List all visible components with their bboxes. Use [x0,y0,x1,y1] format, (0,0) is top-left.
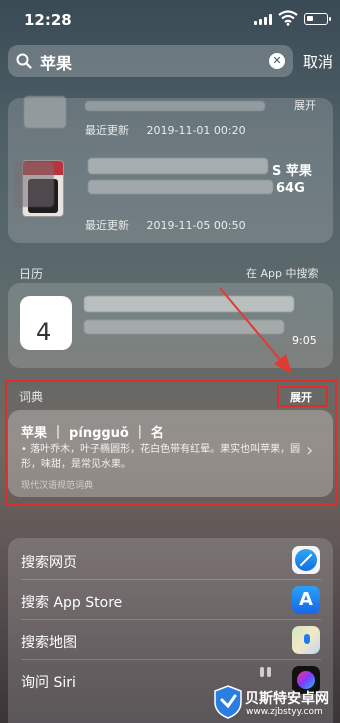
watermark-url: www.zjbstyy.com [246,707,323,717]
list-item-updated: 最近更新 2019-11-01 00:20 [85,122,246,138]
dictionary-headword: 苹果 ｜ píngguǒ ｜ 名 [21,426,164,441]
search-maps-item[interactable]: 搜索地图 [21,632,77,652]
status-bar: 12:28 [0,0,340,40]
app-results-expand-link[interactable]: 展开 [294,97,316,113]
calendar-section-label: 日历 [19,267,44,281]
dictionary-source: 现代汉语规范词典 [21,481,94,491]
clear-search-icon[interactable]: ✕ [269,53,285,69]
chevron-right-icon: › [306,440,314,461]
blurred-text [84,320,284,334]
updated-date: 2019-11-01 00:20 [146,124,246,137]
divider [21,619,321,620]
search-web-item[interactable]: 搜索网页 [21,552,77,572]
blurred-thumb [24,96,66,128]
watermark-title: 贝斯特安卓网 [245,691,329,707]
blurred-text [14,162,54,207]
divider [21,659,321,660]
updated-label: 最近更新 [85,219,129,232]
safari-icon[interactable] [292,546,320,574]
status-time: 12:28 [24,11,72,29]
battery-icon [304,13,331,25]
event-time: 9:05 [292,334,317,347]
cellular-signal-icon [254,14,272,25]
blurred-subtitle [88,180,273,194]
pause-icon [260,667,272,677]
wifi-icon [278,10,298,26]
shield-logo-icon [214,685,242,719]
watermark-logo: 贝斯特安卓网 www.zjbstyy.com [213,683,340,723]
search-in-app-link[interactable]: 在 App 中搜索 [246,265,318,281]
dictionary-definition: • 落叶乔木，叶子椭圆形，花白色带有红晕。果实也叫苹果，圆形，味甜，是常见水果。 [21,444,301,470]
calendar-icon: 4 [20,296,72,350]
divider [21,579,321,580]
blurred-text [85,101,265,111]
blurred-title [88,158,268,174]
blurred-text [84,296,294,312]
dictionary-section-label: 词典 [19,390,44,404]
search-field[interactable]: 苹果 ✕ [8,45,293,77]
app-store-icon[interactable]: A [292,586,320,614]
search-icon [16,53,32,69]
cancel-button[interactable]: 取消 [303,51,333,72]
dictionary-expand-link[interactable]: 展开 [290,389,312,405]
app-title-fragment: S 苹果 [272,164,312,179]
app-subtitle-fragment: 64G [276,181,305,196]
updated-label: 最近更新 [85,124,129,137]
updated-date: 2019-11-05 00:50 [146,219,246,232]
search-query[interactable]: 苹果 [40,50,72,74]
list-item-updated: 最近更新 2019-11-05 00:50 [85,217,246,233]
search-app-store-item[interactable]: 搜索 App Store [21,592,122,612]
ask-siri-item[interactable]: 询问 Siri [21,672,76,692]
maps-icon[interactable] [292,626,320,654]
